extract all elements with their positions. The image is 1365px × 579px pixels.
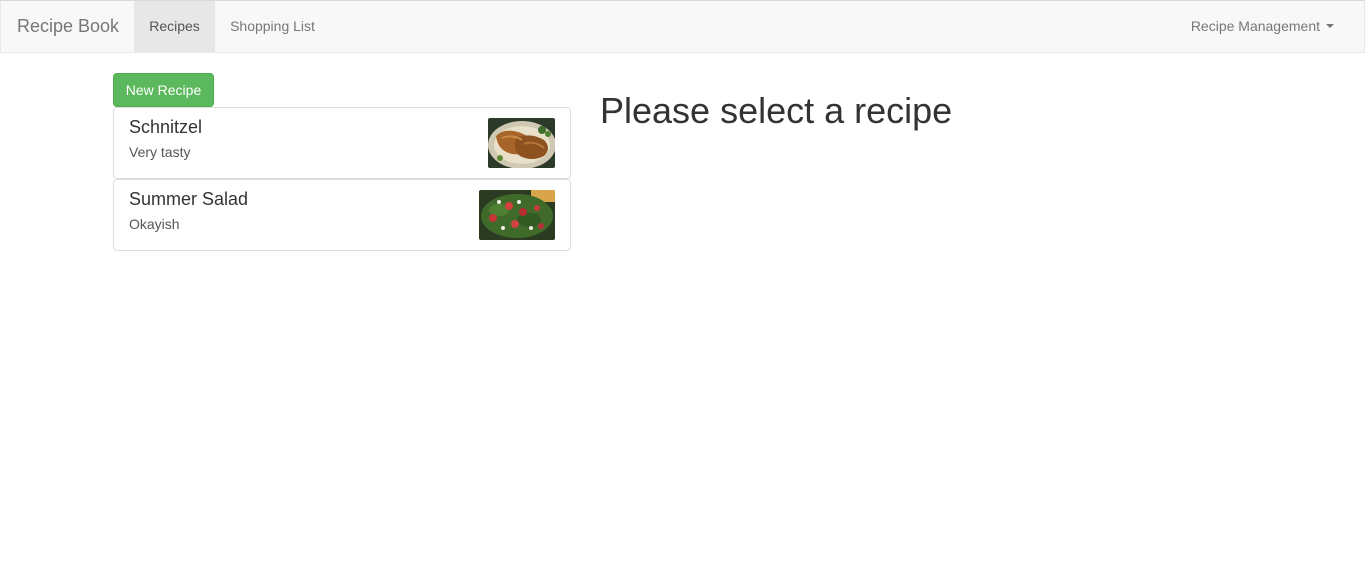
salad-photo: [479, 190, 555, 240]
recipe-name: Schnitzel: [129, 117, 203, 137]
recipe-thumbnail: [479, 190, 555, 240]
recipe-list-item[interactable]: Summer Salad Okayish: [113, 179, 571, 251]
dropdown-label: Recipe Management: [1190, 18, 1320, 34]
recipe-management-dropdown[interactable]: Recipe Management: [1191, 1, 1334, 52]
recipe-name: Summer Salad: [129, 189, 249, 209]
brand-link[interactable]: Recipe Book: [16, 1, 119, 52]
recipe-thumbnail: [488, 118, 555, 168]
recipe-description: Very tasty: [129, 144, 191, 160]
nav-item-recipes[interactable]: Recipes: [134, 1, 215, 52]
recipe-description: Okayish: [129, 216, 180, 232]
schnitzel-photo: [488, 118, 555, 168]
nav-item-shopping-list[interactable]: Shopping List: [215, 1, 330, 52]
page-heading: Please select a recipe: [600, 90, 953, 131]
caret-down-icon: [1326, 24, 1334, 29]
recipe-list-item[interactable]: Schnitzel Very tasty: [113, 107, 571, 179]
new-recipe-button[interactable]: New Recipe: [113, 73, 214, 107]
navbar: Recipe Book Recipes Shopping List Recipe…: [0, 0, 1365, 53]
